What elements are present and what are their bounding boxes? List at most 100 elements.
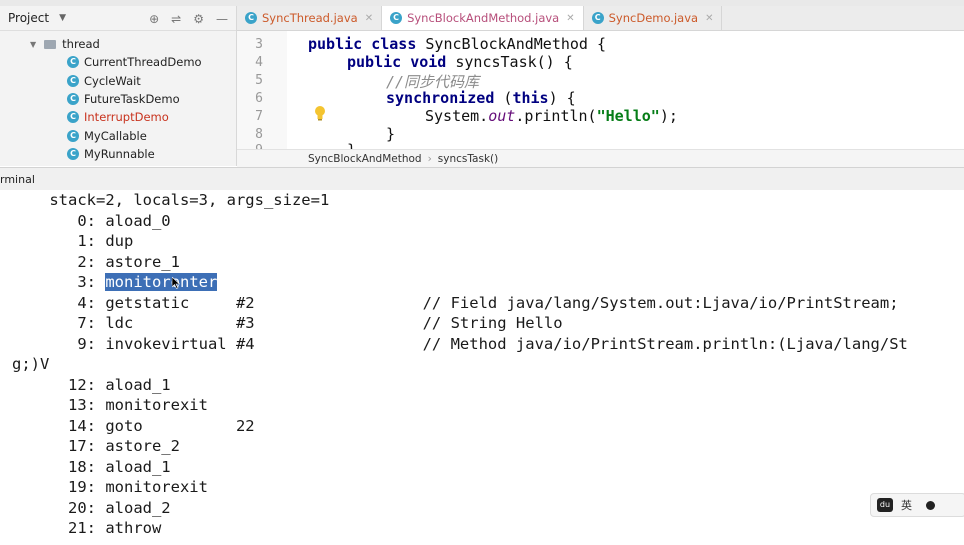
- tree-folder-thread[interactable]: ▼ thread: [0, 35, 236, 53]
- code-line: System.out.println("Hello");: [425, 107, 678, 125]
- line-number: 6: [255, 91, 263, 106]
- line-number: 3: [255, 37, 263, 52]
- class-icon: C: [67, 129, 79, 142]
- project-tools: ⊕ ⇌ ⚙ —: [149, 12, 228, 26]
- breadcrumb-method[interactable]: syncsTask(): [438, 153, 498, 165]
- tab-label: SyncThread.java: [262, 11, 358, 25]
- code-line: }: [386, 125, 395, 143]
- class-icon: C: [245, 12, 257, 24]
- folder-label: thread: [62, 37, 100, 52]
- keyword: synchronized: [386, 89, 495, 107]
- terminal-line: 2: astore_1: [12, 252, 180, 271]
- minimize-icon[interactable]: —: [216, 12, 228, 26]
- project-header[interactable]: Project ▼ ⊕ ⇌ ⚙ —: [0, 6, 236, 31]
- code-line: synchronized (this) {: [386, 89, 576, 107]
- code-editor[interactable]: 3 4 5 6 7 8 9 public class SyncBlockAndM…: [237, 31, 964, 149]
- mouse-cursor-icon: [172, 277, 180, 289]
- ime-toolbar[interactable]: du 英: [870, 493, 964, 517]
- breadcrumb-separator-icon: ›: [427, 153, 432, 165]
- tab-syncblockandmethod[interactable]: C SyncBlockAndMethod.java ✕: [382, 6, 584, 30]
- close-icon[interactable]: ✕: [365, 13, 373, 24]
- class-icon: C: [67, 147, 79, 160]
- terminal-line: 3: monitorenter: [12, 272, 218, 292]
- collapse-icon[interactable]: ⇌: [171, 12, 181, 26]
- project-tree: ▼ thread C CurrentThreadDemo C CycleWait…: [0, 31, 236, 163]
- code-line: public class SyncBlockAndMethod {: [308, 35, 606, 53]
- tree-item-label: CycleWait: [84, 73, 141, 88]
- keyword: this: [512, 89, 549, 107]
- tree-item-label: FutureTaskDemo: [84, 92, 180, 107]
- terminal-line: 17: astore_2: [12, 437, 180, 455]
- terminal-title: rminal: [0, 172, 35, 186]
- code-text: );: [659, 107, 678, 125]
- code-text: syncsTask() {: [446, 53, 573, 71]
- terminal-line: 4: getstatic #2 // Field java/lang/Syste…: [12, 293, 899, 312]
- project-title: Project: [8, 11, 50, 25]
- terminal-line: 0: aload_0: [12, 211, 171, 230]
- lightbulb-icon[interactable]: [313, 105, 327, 121]
- class-icon: C: [67, 111, 79, 124]
- tab-label: SyncBlockAndMethod.java: [407, 11, 560, 25]
- terminal-line: 14: goto 22: [12, 416, 255, 435]
- terminal-line: 9: invokevirtual #4 // Method java/io/Pr…: [12, 334, 908, 353]
- line-number: 7: [255, 109, 263, 124]
- code-string: "Hello": [596, 107, 660, 125]
- editor-tabs: C SyncThread.java ✕ C SyncBlockAndMethod…: [237, 6, 964, 31]
- class-icon: C: [591, 12, 604, 24]
- class-icon: C: [390, 12, 403, 24]
- terminal-line: 7: ldc #3 // String Hello: [12, 314, 563, 332]
- class-icon: C: [67, 56, 79, 69]
- tab-syncthread[interactable]: C SyncThread.java ✕: [237, 6, 383, 30]
- expand-triangle-icon[interactable]: ▼: [30, 40, 36, 49]
- tree-item[interactable]: C MyCallable: [0, 126, 236, 144]
- terminal-line: 21: athrow: [12, 519, 162, 537]
- terminal-line-prefix: 3:: [12, 273, 106, 291]
- line-number: 5: [255, 73, 263, 88]
- terminal-line: 19: monitorexit: [12, 478, 208, 496]
- selected-text[interactable]: monitorenter: [105, 273, 218, 291]
- ime-status-icon[interactable]: [926, 500, 935, 510]
- tree-item[interactable]: C CurrentThreadDemo: [0, 53, 236, 71]
- keyword: public void: [347, 53, 447, 71]
- locate-icon[interactable]: ⊕: [149, 12, 159, 26]
- terminal-line: 20: aload_2: [12, 498, 171, 517]
- code-line: public void syncsTask() {: [347, 53, 573, 71]
- tree-item-label: MyRunnable: [84, 146, 155, 161]
- close-icon[interactable]: ✕: [566, 13, 574, 24]
- keyword: public class: [308, 35, 417, 53]
- line-number: 4: [255, 55, 263, 70]
- tree-item[interactable]: C MyRunnable: [0, 145, 236, 163]
- project-panel: Project ▼ ⊕ ⇌ ⚙ — ▼ thread C CurrentThre…: [0, 6, 237, 166]
- tree-item-label: CurrentThreadDemo: [84, 55, 202, 70]
- breadcrumb: SyncBlockAndMethod › syncsTask(): [237, 149, 964, 168]
- code-text: SyncBlockAndMethod {: [416, 35, 607, 53]
- terminal-line: stack=2, locals=3, args_size=1: [12, 191, 330, 209]
- terminal-header[interactable]: rminal: [0, 167, 964, 191]
- terminal-line: 13: monitorexit: [12, 396, 208, 414]
- tree-item[interactable]: C FutureTaskDemo: [0, 90, 236, 108]
- code-line: }: [347, 141, 356, 149]
- terminal[interactable]: stack=2, locals=3, args_size=1 0: aload_…: [0, 190, 964, 545]
- chevron-down-icon[interactable]: ▼: [59, 13, 66, 23]
- breadcrumb-class[interactable]: SyncBlockAndMethod: [308, 153, 422, 165]
- code-text: }: [347, 141, 356, 149]
- terminal-line: 18: aload_1: [12, 457, 171, 476]
- terminal-line: g;)V: [12, 355, 50, 373]
- gear-icon[interactable]: ⚙: [193, 12, 204, 26]
- tree-item-label: MyCallable: [84, 128, 147, 143]
- terminal-line: 12: aload_1: [12, 375, 171, 394]
- ime-language[interactable]: 英: [901, 497, 912, 513]
- class-icon: C: [67, 74, 79, 87]
- code-text: ) {: [548, 89, 576, 107]
- code-text: .println(: [515, 107, 597, 125]
- tree-item[interactable]: C CycleWait: [0, 72, 236, 90]
- code-text: System.: [425, 107, 489, 125]
- close-icon[interactable]: ✕: [705, 13, 713, 24]
- tree-item[interactable]: C InterruptDemo: [0, 108, 236, 126]
- terminal-line: 1: dup: [12, 232, 134, 250]
- ime-logo-icon: du: [877, 498, 893, 512]
- code-field: out: [488, 107, 516, 125]
- line-number: 8: [255, 127, 263, 142]
- code-text: (: [494, 89, 513, 107]
- tab-syncdemo[interactable]: C SyncDemo.java ✕: [584, 6, 723, 30]
